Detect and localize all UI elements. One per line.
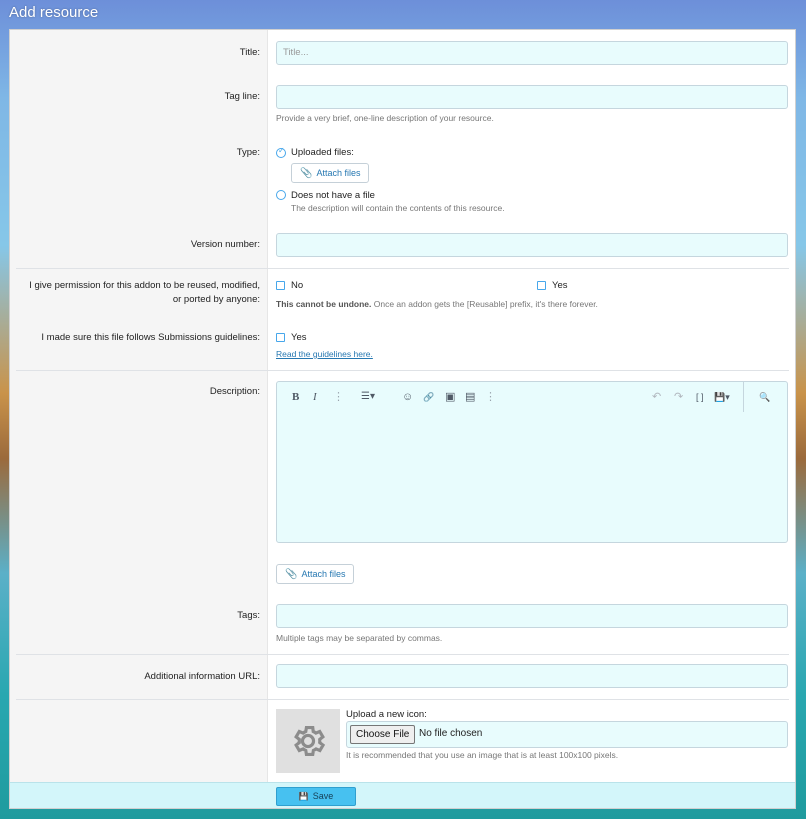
description-attach-files-button[interactable]: 📎 Attach files [276, 564, 355, 584]
uploaded-files-label: Uploaded files: [291, 147, 354, 158]
gear-icon [294, 725, 326, 757]
icon-file-input[interactable]: Choose File No file chosen [346, 721, 788, 748]
paperclip-icon: 📎 [300, 168, 313, 179]
section-divider [16, 654, 789, 655]
icon-hint: It is recommended that you use an image … [346, 750, 619, 760]
permission-hint-rest: Once an addon gets the [Reusable] prefix… [371, 299, 598, 309]
preview-icon[interactable]: 🔍 [759, 390, 770, 404]
version-label: Version number: [190, 239, 260, 250]
more-options-icon[interactable]: ⋮ [333, 390, 344, 404]
media-icon[interactable]: ▤ [465, 390, 475, 404]
description-editor[interactable]: B I ⋮ ☰▾ ☺ 🔗 ▣ ▤ ⋮ ↶ ↷ [ ] 💾▾ 🔍 [276, 381, 788, 543]
save-button[interactable]: 💾 Save [276, 787, 356, 806]
attach-files-button[interactable]: 📎 Attach files [291, 163, 370, 183]
permission-hint-bold: This cannot be undone. [276, 299, 372, 309]
bold-icon[interactable]: B [292, 390, 299, 404]
redo-icon[interactable]: ↷ [674, 390, 683, 404]
guidelines-link[interactable]: Read the guidelines here. [276, 349, 373, 359]
resource-icon-preview [276, 709, 340, 773]
more-insert-icon[interactable]: ⋮ [485, 390, 496, 404]
image-icon[interactable]: ▣ [445, 390, 455, 404]
guidelines-yes-label: Yes [291, 332, 307, 343]
guidelines-label: I made sure this file follows Submission… [41, 332, 260, 343]
permission-label-line1: I give permission for this addon to be r… [29, 280, 260, 291]
tags-label: Tags: [237, 610, 260, 621]
attach-files-label: Attach files [316, 168, 361, 178]
permission-hint: This cannot be undone. Once an addon get… [276, 299, 598, 309]
section-divider [16, 370, 789, 371]
attach-files-label: Attach files [301, 569, 346, 579]
section-divider [16, 699, 789, 700]
version-input[interactable] [276, 233, 788, 257]
editor-toolbar: B I ⋮ ☰▾ ☺ 🔗 ▣ ▤ ⋮ ↶ ↷ [ ] 💾▾ 🔍 [277, 382, 787, 412]
title-label: Title: [239, 47, 260, 58]
no-file-label: Does not have a file [291, 190, 375, 201]
list-icon[interactable]: ☰▾ [361, 390, 375, 404]
undo-icon[interactable]: ↶ [652, 390, 661, 404]
permission-no-checkbox[interactable] [276, 281, 285, 290]
no-file-chosen-text: No file chosen [419, 728, 483, 739]
tags-input[interactable] [276, 604, 788, 628]
paperclip-icon: 📎 [285, 569, 298, 580]
choose-file-button[interactable]: Choose File [350, 725, 416, 744]
permission-no-label: No [291, 280, 304, 291]
form-footer: 💾 Save [10, 782, 795, 808]
save-label: Save [312, 791, 334, 801]
link-icon[interactable]: 🔗 [423, 390, 434, 404]
uploaded-files-radio[interactable] [276, 146, 286, 158]
tagline-label: Tag line: [224, 91, 260, 102]
section-divider [16, 268, 789, 269]
italic-icon[interactable]: I [313, 390, 317, 404]
tagline-hint: Provide a very brief, one-line descripti… [276, 113, 494, 123]
permission-yes-label: Yes [552, 280, 568, 291]
guidelines-yes-checkbox[interactable] [276, 333, 285, 342]
description-label: Description: [209, 386, 260, 397]
drafts-icon[interactable]: 💾▾ [714, 390, 730, 404]
tagline-input[interactable] [276, 85, 788, 109]
info-url-input[interactable] [276, 664, 788, 688]
toolbar-separator [743, 382, 744, 412]
page-title: Add resource [9, 4, 99, 21]
resource-form: Title: Title... Tag line: Provide a very… [9, 29, 796, 809]
tags-hint: Multiple tags may be separated by commas… [276, 633, 443, 643]
save-icon: 💾 [298, 792, 309, 801]
title-input[interactable]: Title... [276, 41, 788, 65]
info-url-label: Additional information URL: [144, 671, 260, 682]
emoji-icon[interactable]: ☺ [402, 390, 413, 404]
no-file-radio[interactable] [276, 190, 286, 200]
permission-label-line2: or ported by anyone: [172, 294, 260, 305]
upload-icon-label: Upload a new icon: [346, 709, 427, 720]
no-file-hint: The description will contain the content… [291, 203, 505, 213]
type-label: Type: [236, 147, 260, 158]
permission-yes-checkbox[interactable] [537, 281, 546, 290]
bbcode-icon[interactable]: [ ] [696, 390, 704, 404]
